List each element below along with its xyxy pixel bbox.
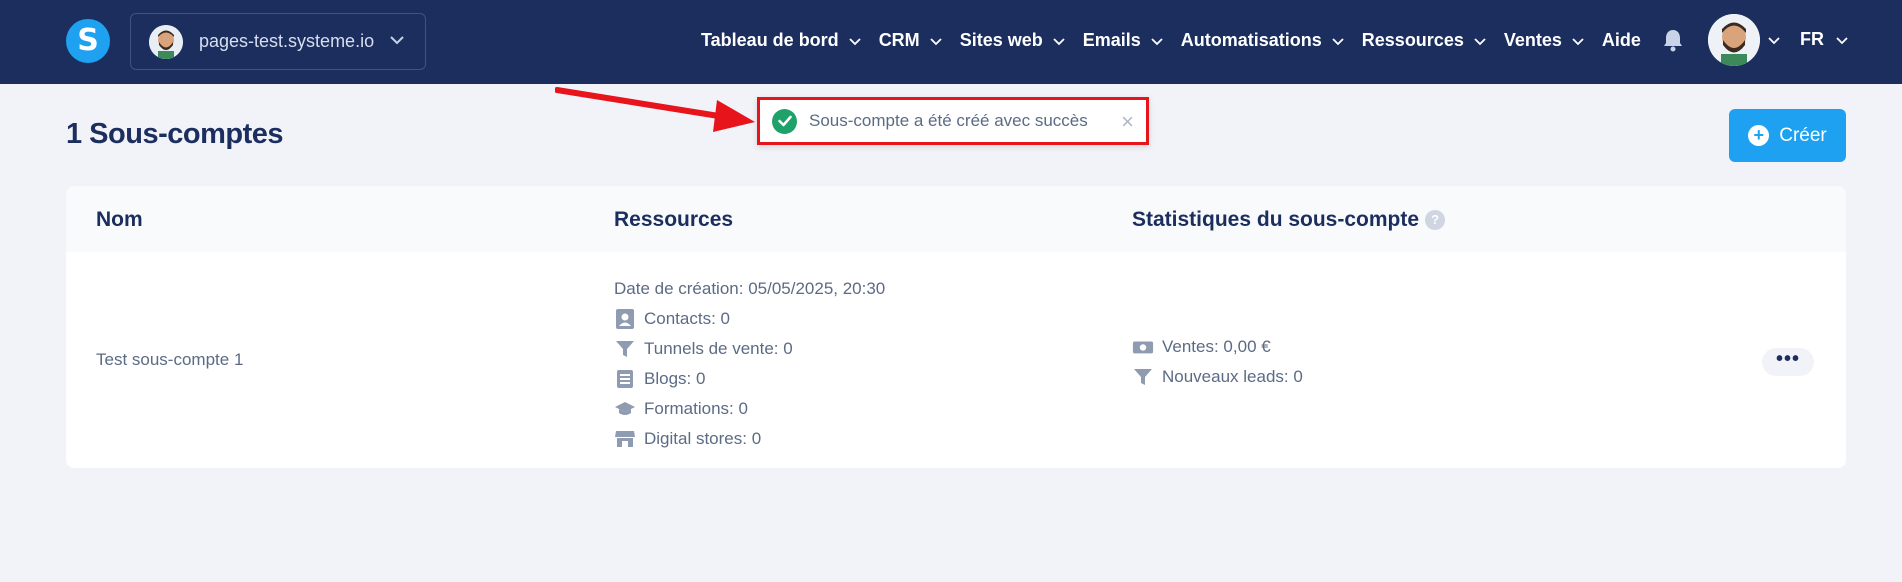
annotation-arrow	[555, 87, 755, 132]
leads-text: Nouveaux leads: 0	[1162, 367, 1303, 386]
nav-sites-web[interactable]: Sites web	[960, 30, 1065, 51]
funnel-icon	[1132, 366, 1154, 388]
chevron-down-icon	[930, 30, 942, 51]
contacts-icon	[614, 308, 636, 330]
money-icon	[1132, 336, 1154, 358]
top-navbar: S pages-test.systeme.io Tableau de bord …	[0, 0, 1902, 84]
funnel-icon	[614, 338, 636, 360]
funnels-stat: Tunnels de vente: 0	[614, 334, 885, 364]
chevron-down-icon	[1474, 30, 1486, 51]
column-header-resources: Ressources	[614, 208, 734, 231]
stores-stat: Digital stores: 0	[614, 424, 885, 454]
resources-cell: Date de création: 05/05/2025, 20:30 Cont…	[614, 274, 885, 454]
column-header-stats-label: Statistiques du sous-compte	[1132, 208, 1420, 231]
user-avatar[interactable]	[1708, 14, 1760, 66]
stores-text: Digital stores: 0	[644, 429, 762, 448]
nav-aide[interactable]: Aide	[1602, 30, 1641, 51]
document-icon	[614, 368, 636, 390]
leads-stat: Nouveaux leads: 0	[1132, 362, 1303, 392]
site-switcher[interactable]: pages-test.systeme.io	[130, 13, 426, 70]
toast-message: Sous-compte a été créé avec succès	[809, 111, 1088, 130]
nav-label: Tableau de bord	[701, 29, 839, 50]
page-title: 1 Sous-comptes	[66, 118, 284, 150]
help-icon[interactable]: ?	[1425, 210, 1446, 231]
chevron-down-icon	[849, 30, 861, 51]
stats-cell: Ventes: 0,00 € Nouveaux leads: 0	[1132, 332, 1303, 392]
contacts-stat: Contacts: 0	[614, 304, 885, 334]
bell-icon[interactable]	[1662, 28, 1684, 57]
chevron-down-icon	[1572, 30, 1584, 51]
chevron-down-icon	[1332, 30, 1344, 51]
funnels-text: Tunnels de vente: 0	[644, 339, 793, 358]
nav-label: Aide	[1601, 29, 1641, 50]
success-toast: Sous-compte a été créé avec succès ×	[757, 97, 1149, 145]
row-actions-button[interactable]: •••	[1762, 348, 1814, 376]
sales-text: Ventes: 0,00 €	[1162, 337, 1271, 356]
nav-tableau-de-bord[interactable]: Tableau de bord	[701, 30, 861, 51]
nav-ventes[interactable]: Ventes	[1504, 30, 1584, 51]
site-avatar	[149, 24, 183, 59]
graduation-cap-icon	[614, 398, 636, 420]
sales-stat: Ventes: 0,00 €	[1132, 332, 1303, 362]
check-circle-icon	[772, 108, 797, 134]
contacts-text: Contacts: 0	[644, 309, 730, 328]
nav-crm[interactable]: CRM	[879, 30, 942, 51]
systeme-logo[interactable]: S	[66, 19, 110, 63]
column-header-stats: Statistiques du sous-compte?	[1132, 208, 1446, 232]
nav-emails[interactable]: Emails	[1083, 30, 1163, 51]
chevron-down-icon	[1151, 30, 1163, 51]
plus-circle-icon: +	[1748, 125, 1770, 146]
nav-ressources[interactable]: Ressources	[1362, 30, 1486, 51]
creation-date: Date de création: 05/05/2025, 20:30	[614, 279, 886, 298]
subaccounts-table: Nom Ressources Statistiques du sous-comp…	[66, 186, 1846, 468]
nav-label: Automatisations	[1180, 29, 1322, 50]
create-button[interactable]: + Créer	[1729, 109, 1846, 162]
nav-automatisations[interactable]: Automatisations	[1181, 30, 1344, 51]
nav-label: Sites web	[959, 29, 1043, 50]
courses-text: Formations: 0	[644, 399, 748, 418]
subaccount-name: Test sous-compte 1	[96, 350, 244, 369]
nav-label: Emails	[1082, 29, 1141, 50]
chevron-down-icon	[389, 32, 405, 50]
site-name: pages-test.systeme.io	[199, 31, 375, 51]
close-icon[interactable]: ×	[1121, 109, 1134, 135]
nav-label: Ressources	[1361, 29, 1464, 50]
courses-stat: Formations: 0	[614, 394, 885, 424]
store-icon	[614, 428, 636, 450]
blogs-stat: Blogs: 0	[614, 364, 885, 394]
table-header: Nom Ressources Statistiques du sous-comp…	[66, 186, 1846, 252]
chevron-down-icon	[1053, 30, 1065, 51]
nav-label: Ventes	[1503, 29, 1562, 50]
main-nav: Tableau de bord CRM Sites web Emails Aut…	[701, 0, 1663, 80]
language-selector[interactable]: FR	[1800, 29, 1848, 50]
language-label: FR	[1800, 29, 1824, 49]
column-header-name: Nom	[96, 208, 143, 231]
chevron-down-icon	[1836, 29, 1848, 50]
chevron-down-icon[interactable]	[1768, 32, 1780, 50]
create-button-label: Créer	[1779, 124, 1827, 146]
nav-label: CRM	[878, 29, 920, 50]
blogs-text: Blogs: 0	[644, 369, 706, 388]
